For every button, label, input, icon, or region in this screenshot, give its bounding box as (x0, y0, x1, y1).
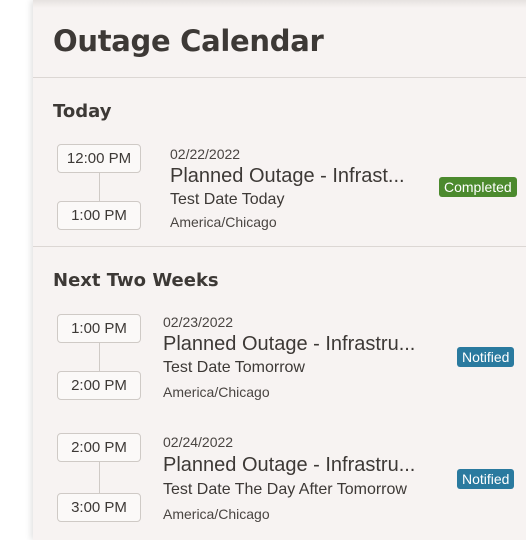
outage-timezone: America/Chicago (163, 384, 270, 400)
page-title: Outage Calendar (53, 24, 324, 58)
outage-calendar-panel: Outage Calendar Today 12:00 PM 1:00 PM 0… (33, 0, 526, 540)
end-time: 2:00 PM (57, 371, 141, 400)
outage-title[interactable]: Planned Outage - Infrastru... (163, 454, 415, 477)
start-time: 2:00 PM (57, 433, 141, 462)
end-time: 1:00 PM (57, 201, 141, 230)
start-time: 12:00 PM (57, 144, 141, 173)
time-connector (99, 343, 100, 371)
end-time: 3:00 PM (57, 493, 141, 522)
section-title-today: Today (53, 101, 112, 122)
outage-date: 02/23/2022 (163, 314, 234, 330)
panel-top-shadow (33, 0, 526, 8)
outage-item[interactable]: 1:00 PM 2:00 PM 02/23/2022 Planned Outag… (33, 308, 526, 408)
outage-item[interactable]: 2:00 PM 3:00 PM 02/24/2022 Planned Outag… (33, 427, 526, 527)
outage-subtitle: Test Date Today (170, 191, 285, 208)
outage-title[interactable]: Planned Outage - Infrast... (170, 165, 405, 188)
outage-subtitle: Test Date Tomorrow (163, 359, 305, 376)
outage-timezone: America/Chicago (170, 214, 277, 230)
outage-date: 02/24/2022 (163, 434, 234, 450)
outage-subtitle: Test Date The Day After Tomorrow (163, 481, 407, 498)
status-badge-notified: Notified (457, 347, 515, 367)
start-time: 1:00 PM (57, 314, 141, 343)
time-connector (99, 173, 100, 201)
outage-date: 02/22/2022 (170, 146, 241, 162)
section-divider (33, 246, 526, 247)
outage-title[interactable]: Planned Outage - Infrastru... (163, 333, 415, 356)
status-badge-notified: Notified (457, 469, 515, 489)
section-title-next-two-weeks: Next Two Weeks (53, 270, 219, 291)
status-badge-completed: Completed (439, 177, 517, 197)
outage-timezone: America/Chicago (163, 506, 270, 522)
header-divider (33, 77, 526, 78)
time-connector (99, 462, 100, 493)
outage-item[interactable]: 12:00 PM 1:00 PM 02/22/2022 Planned Outa… (33, 140, 526, 240)
